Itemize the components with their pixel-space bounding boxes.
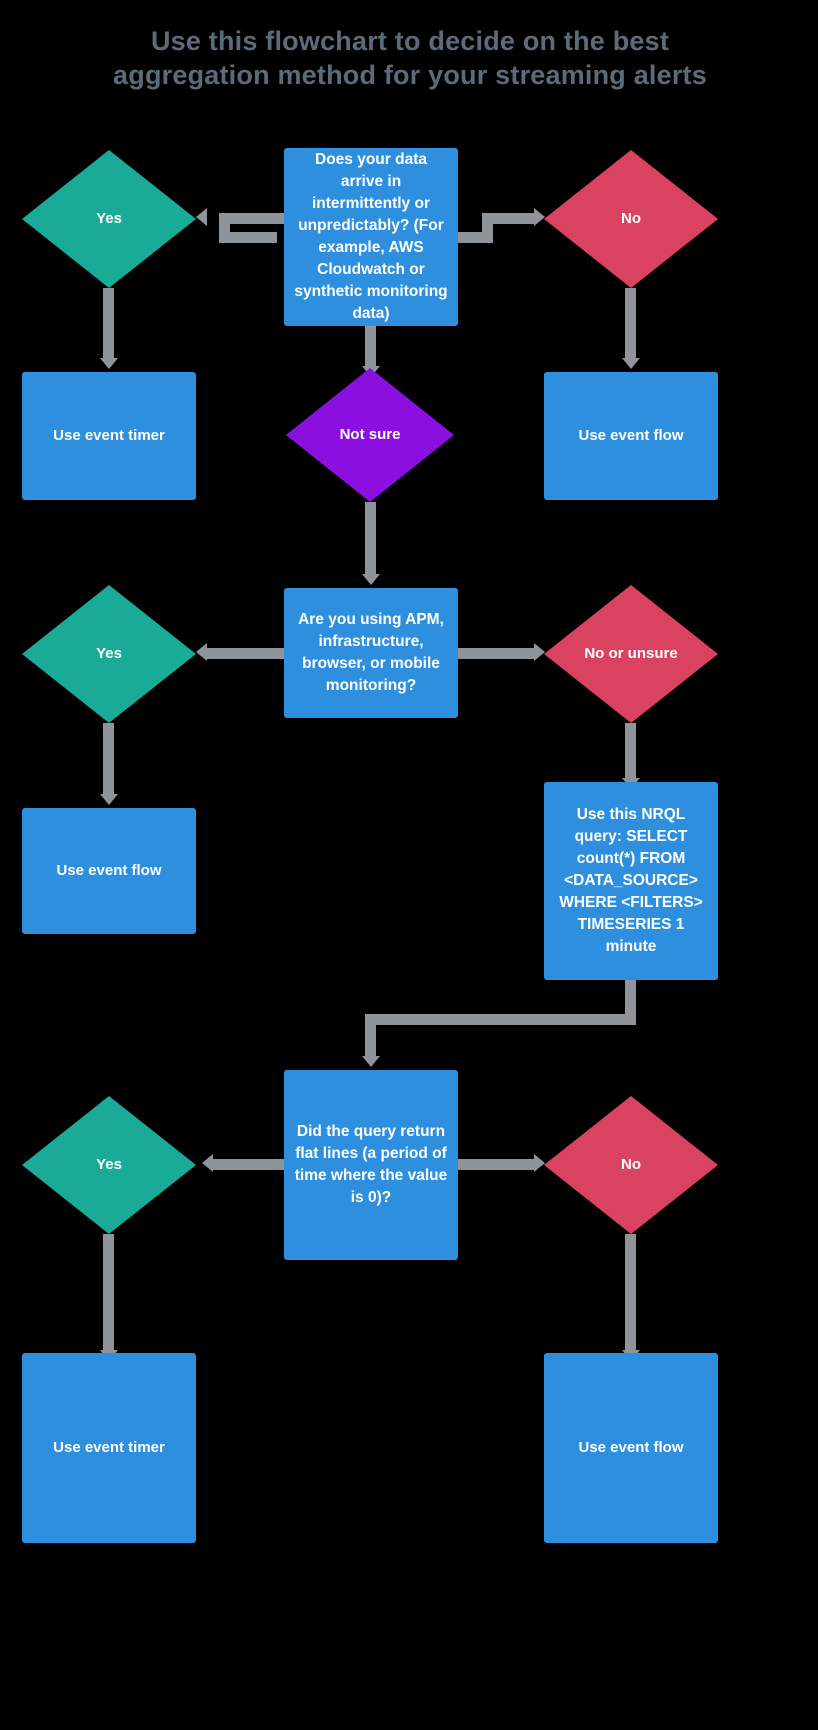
decision-node-no-1-label: No xyxy=(621,210,641,227)
decision-node-yes-1: Yes xyxy=(22,150,196,288)
result-node-use-event-timer-2-label: Use event timer xyxy=(53,1439,165,1456)
decision-node-not-sure: Not sure xyxy=(286,368,454,502)
result-node-use-event-flow-2: Use event flow xyxy=(22,808,196,934)
decision-node-yes-2: Yes xyxy=(22,585,196,723)
result-node-use-event-timer-2: Use event timer xyxy=(22,1353,196,1543)
result-node-use-event-timer-1: Use event timer xyxy=(22,372,196,500)
connector-q1-to-yes xyxy=(230,213,284,224)
result-node-use-event-flow-1: Use event flow xyxy=(544,372,718,500)
question-node-monitoring-type-label: Are you using APM, infrastructure, brows… xyxy=(298,611,444,694)
connector-nrql-to-q3 xyxy=(365,1014,376,1060)
decision-node-no-3-label: No xyxy=(621,1156,641,1173)
question-node-monitoring-type: Are you using APM, infrastructure, brows… xyxy=(284,588,458,718)
question-node-data-arrival: Does your data arrive in intermittently … xyxy=(284,148,458,326)
connector-q1-to-no-lower xyxy=(458,232,492,243)
question-node-data-arrival-label: Does your data arrive in intermittently … xyxy=(294,151,448,322)
connector-q3-to-no xyxy=(458,1159,534,1170)
result-node-use-event-timer-1-label: Use event timer xyxy=(53,427,165,444)
question-node-flat-lines: Did the query return flat lines (a perio… xyxy=(284,1070,458,1260)
decision-node-no-or-unsure: No or unsure xyxy=(544,585,718,723)
arrowhead-yes2-to-flow xyxy=(100,794,118,805)
result-node-use-event-flow-1-label: Use event flow xyxy=(578,427,684,444)
arrowhead-no1-to-flow xyxy=(622,358,640,369)
decision-node-no-or-unsure-label: No or unsure xyxy=(584,645,678,662)
result-node-nrql-query-label: Use this NRQL query: SELECT count(*) FRO… xyxy=(559,806,703,955)
decision-node-no-3: No xyxy=(544,1096,718,1234)
connector-q1-to-notsure xyxy=(365,326,376,370)
arrowhead-q1-to-yes xyxy=(196,208,207,226)
decision-node-yes-3-label: Yes xyxy=(96,1156,122,1173)
connector-yes1-to-timer xyxy=(103,288,114,358)
connector-no3-to-flow xyxy=(625,1234,636,1354)
decision-node-yes-2-label: Yes xyxy=(96,645,122,662)
connector-notsure-to-q2 xyxy=(365,502,376,578)
page-title: Use this flowchart to decide on the best… xyxy=(113,26,707,90)
arrowhead-notsure-to-q2 xyxy=(362,574,380,585)
decision-node-yes-3: Yes xyxy=(22,1096,196,1234)
arrowhead-nrql-to-q3 xyxy=(362,1056,380,1067)
flowchart-canvas: Use this flowchart to decide on the best… xyxy=(0,0,818,1730)
connector-q1-to-yes-lower xyxy=(219,232,277,243)
connector-q2-to-yes xyxy=(206,648,284,659)
decision-node-yes-1-label: Yes xyxy=(96,210,122,227)
arrowhead-q2-to-yes xyxy=(196,643,207,661)
connector-yes2-to-flow xyxy=(103,723,114,796)
connector-nrql-left xyxy=(365,1014,636,1025)
question-node-flat-lines-label: Did the query return flat lines (a perio… xyxy=(294,1123,448,1206)
connector-no2-to-nrql xyxy=(625,723,636,781)
arrowhead-yes1-to-timer xyxy=(100,358,118,369)
connector-q3-to-yes xyxy=(212,1159,284,1170)
result-node-nrql-query: Use this NRQL query: SELECT count(*) FRO… xyxy=(544,782,718,980)
result-node-use-event-flow-3: Use event flow xyxy=(544,1353,718,1543)
result-node-use-event-flow-2-label: Use event flow xyxy=(56,862,162,879)
result-node-use-event-flow-3-label: Use event flow xyxy=(578,1439,684,1456)
connector-no1-to-flow xyxy=(625,288,636,358)
connector-q2-to-no xyxy=(458,648,534,659)
connector-yes3-to-timer xyxy=(103,1234,114,1354)
arrowhead-q3-to-yes xyxy=(202,1154,213,1172)
decision-node-not-sure-label: Not sure xyxy=(339,426,401,443)
decision-node-no-1: No xyxy=(544,150,718,288)
